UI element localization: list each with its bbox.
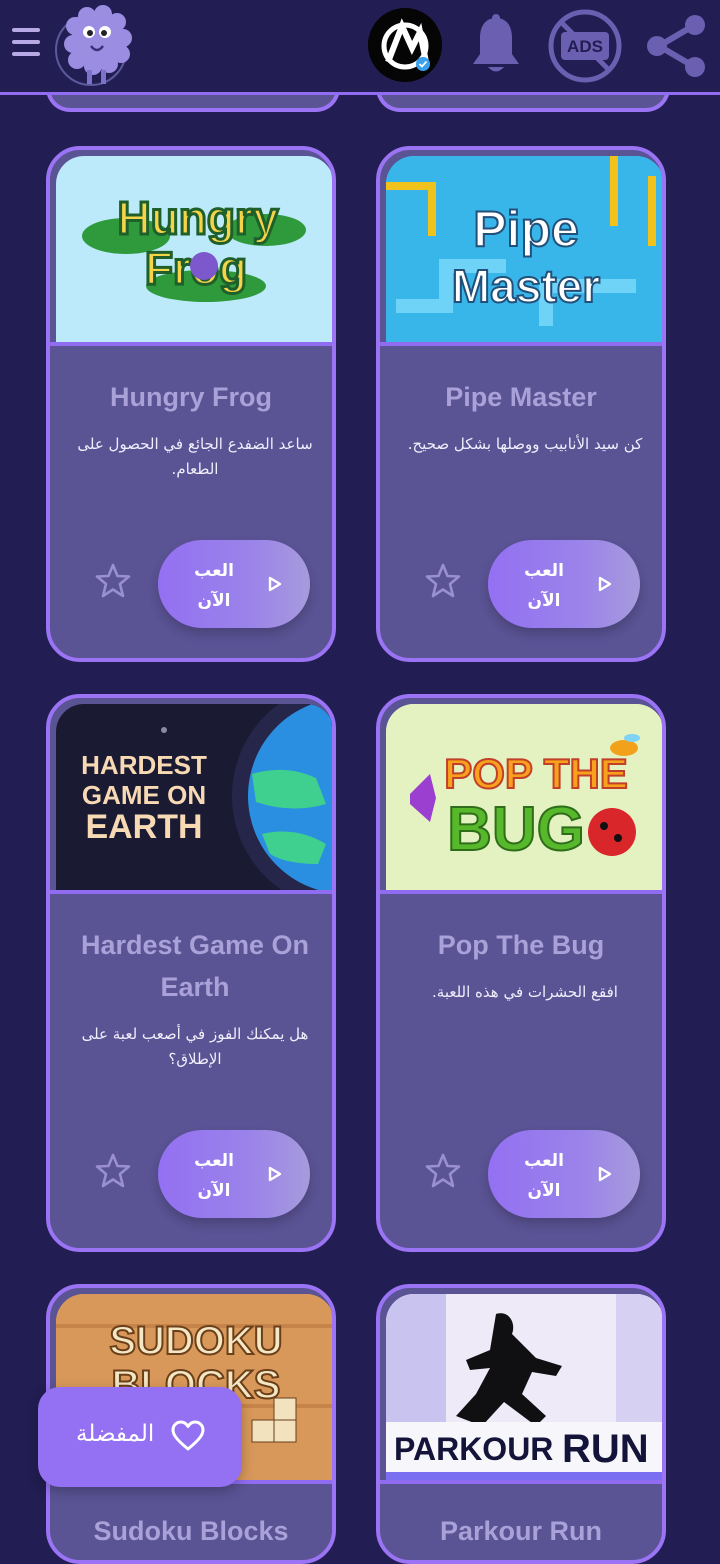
game-card-hardest-game-on-earth[interactable]: HARDEST GAME ON EARTH Hardest Game On Ea… bbox=[46, 694, 336, 1252]
play-now-button[interactable]: العب الآن bbox=[158, 1130, 310, 1218]
game-description: هل يمكنك الفوز في أصعب لعبة على الإطلاق؟ bbox=[81, 1025, 309, 1068]
game-title: Parkour Run bbox=[439, 1516, 603, 1546]
thumbnail-text: Master bbox=[452, 260, 600, 312]
no-ads-text: ADS bbox=[567, 37, 603, 56]
card-divider bbox=[380, 342, 662, 346]
thumbnail-text: POP THE bbox=[444, 750, 628, 797]
favorite-star-icon[interactable] bbox=[424, 1152, 462, 1190]
thumbnail-text: RUN bbox=[562, 1427, 649, 1471]
game-thumbnail[interactable]: Pipe Master bbox=[386, 156, 662, 342]
favorite-star-icon[interactable] bbox=[424, 562, 462, 600]
game-card-pipe-master[interactable]: Pipe Master Pipe Master كن سيد الأنابيب … bbox=[376, 146, 666, 662]
bell-icon[interactable] bbox=[468, 14, 524, 76]
game-title: Hungry Frog bbox=[110, 382, 272, 412]
thumbnail-text: EARTH bbox=[85, 808, 202, 846]
card-divider bbox=[50, 342, 332, 346]
thumbnail-text: Hungry bbox=[118, 192, 279, 244]
play-now-label: العب الآن bbox=[524, 561, 564, 611]
thumbnail-text: Pipe bbox=[473, 201, 579, 257]
play-now-button[interactable]: العب الآن bbox=[488, 540, 640, 628]
game-title: Pop The Bug bbox=[437, 930, 605, 960]
play-icon bbox=[598, 1166, 612, 1182]
play-now-label: العب الآن bbox=[524, 1151, 564, 1201]
game-title: Pipe Master bbox=[445, 382, 597, 412]
game-description: ساعد الضفدع الجائع في الحصول على الطعام. bbox=[77, 435, 313, 478]
game-thumbnail[interactable]: POP THE BUG bbox=[386, 704, 662, 890]
card-divider bbox=[50, 890, 332, 894]
heart-icon bbox=[171, 1420, 205, 1451]
play-now-button[interactable]: العب الآن bbox=[158, 540, 310, 628]
thumbnail-text: GAME ON bbox=[82, 780, 206, 810]
favorite-star-icon[interactable] bbox=[94, 562, 132, 600]
share-icon[interactable] bbox=[643, 14, 709, 78]
card-divider bbox=[380, 1480, 662, 1484]
hamburger-icon[interactable] bbox=[12, 28, 40, 60]
thumbnail-text: PARKOUR bbox=[394, 1431, 553, 1467]
favorites-button[interactable]: المفضلة bbox=[38, 1387, 242, 1487]
game-description: افقع الحشرات في هذه اللعبة. bbox=[432, 983, 618, 1001]
game-card-pop-the-bug[interactable]: POP THE BUG Pop The Bug افقع الحشرات في … bbox=[376, 694, 666, 1252]
game-thumbnail[interactable]: HARDEST GAME ON EARTH bbox=[56, 704, 332, 890]
game-thumbnail[interactable]: Hungry Frog bbox=[56, 156, 332, 342]
play-icon bbox=[598, 576, 612, 592]
play-now-label: العب الآن bbox=[194, 1151, 234, 1201]
game-thumbnail[interactable]: PARKOUR RUN bbox=[386, 1294, 662, 1480]
no-ads-icon[interactable]: ADS bbox=[547, 8, 623, 84]
app-header: ADS bbox=[0, 0, 720, 95]
thumbnail-text: HARDEST bbox=[81, 750, 207, 780]
thumbnail-text: BUG bbox=[447, 795, 585, 864]
play-now-label: العب الآن bbox=[194, 561, 234, 611]
game-title: Sudoku Blocks bbox=[93, 1516, 289, 1546]
game-card-parkour-run[interactable]: PARKOUR RUN Parkour Run bbox=[376, 1284, 666, 1564]
brand-logo[interactable] bbox=[368, 8, 442, 82]
mascot-logo[interactable] bbox=[55, 4, 133, 88]
favorite-star-icon[interactable] bbox=[94, 1152, 132, 1190]
card-divider bbox=[380, 890, 662, 894]
game-description: كن سيد الأنابيب ووصلها بشكل صحيح. bbox=[407, 435, 643, 453]
play-icon bbox=[268, 1166, 282, 1182]
play-icon bbox=[268, 576, 282, 592]
game-card-hungry-frog[interactable]: Hungry Frog Hungry Frog ساعد الضفدع الجا… bbox=[46, 146, 336, 662]
thumbnail-text: SUDOKU bbox=[109, 1319, 282, 1363]
game-title: Hardest Game On Earth bbox=[80, 930, 310, 1002]
favorites-label: المفضلة bbox=[76, 1421, 155, 1447]
play-now-button[interactable]: العب الآن bbox=[488, 1130, 640, 1218]
